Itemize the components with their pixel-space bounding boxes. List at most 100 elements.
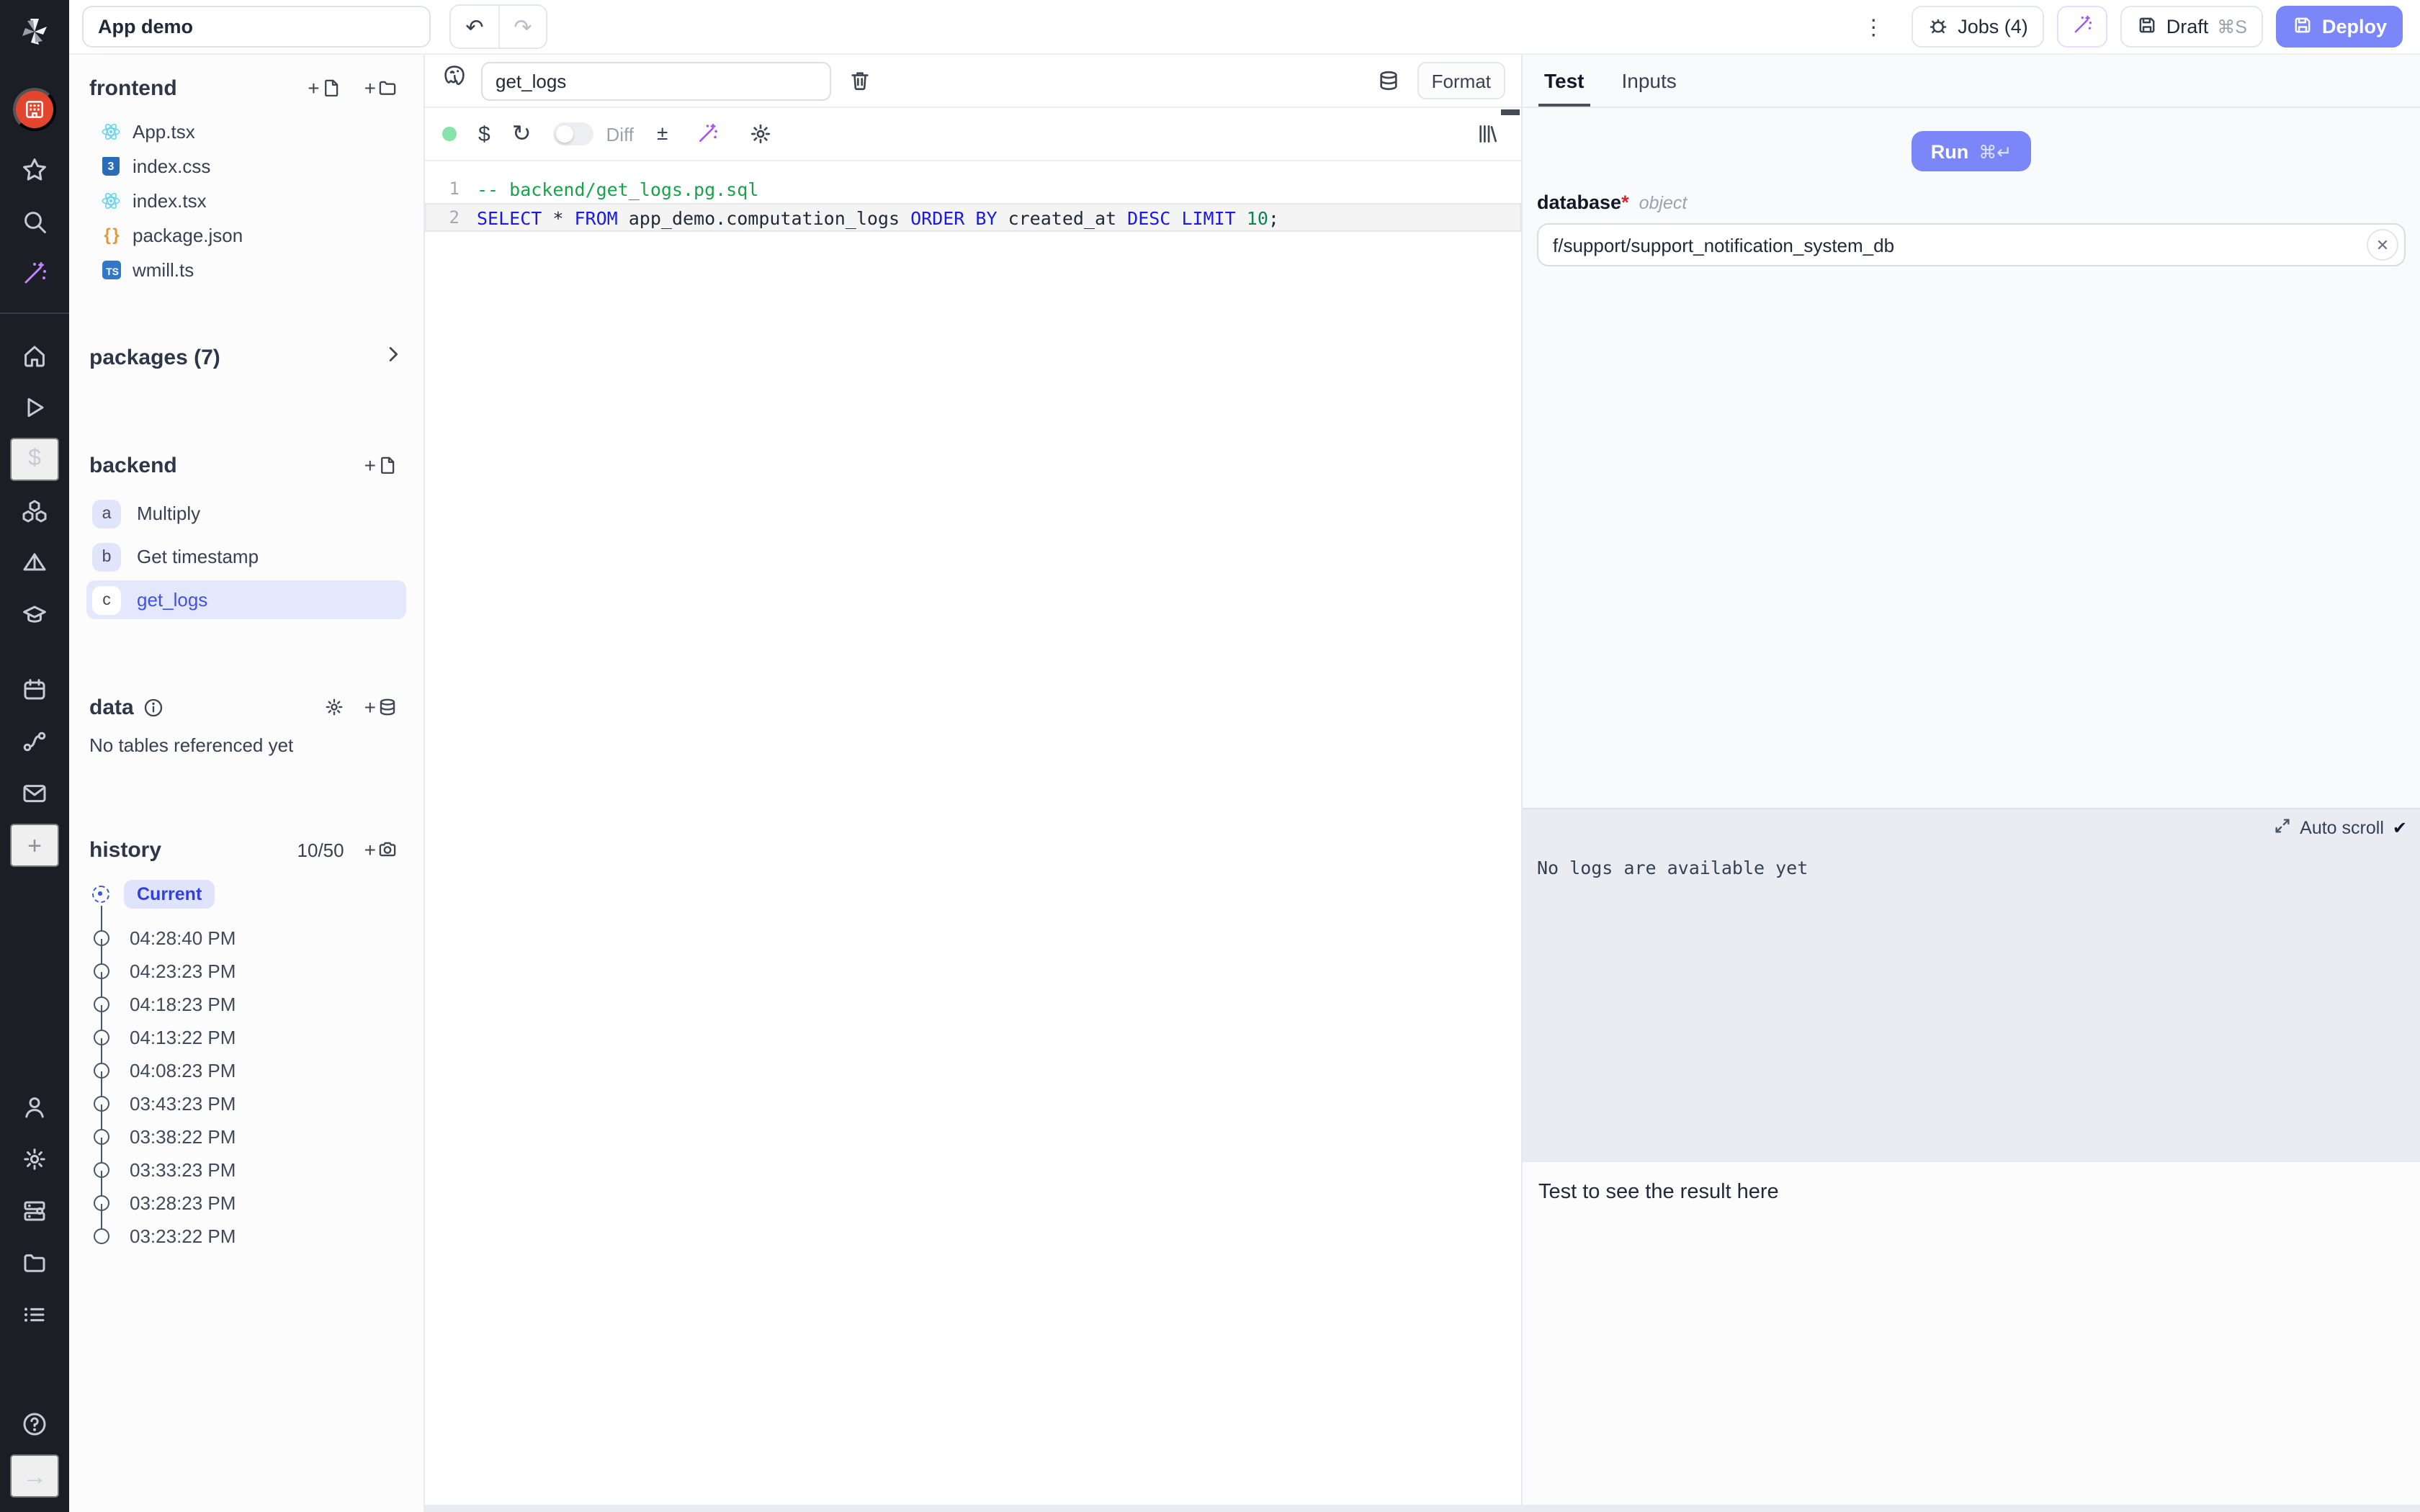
- undo-button[interactable]: ↶: [451, 6, 498, 48]
- plus-icon[interactable]: +: [10, 824, 59, 867]
- add-database-button[interactable]: +: [359, 694, 403, 720]
- data-empty-text: No tables referenced yet: [69, 720, 424, 756]
- database-resource-input[interactable]: [1537, 223, 2406, 266]
- file-row[interactable]: App.tsx: [69, 114, 424, 148]
- run-button[interactable]: Run ⌘↵: [1912, 131, 2030, 171]
- expand-icon[interactable]: [2272, 816, 2291, 840]
- mail-icon[interactable]: [10, 772, 59, 815]
- timeline-dot-icon: [94, 1228, 109, 1244]
- play-icon[interactable]: [10, 386, 59, 429]
- schema-explorer-database-icon[interactable]: [1373, 65, 1404, 96]
- file-row[interactable]: 3index.css: [69, 148, 424, 183]
- tab-inputs[interactable]: Inputs: [1622, 55, 1677, 107]
- history-entry[interactable]: 03:23:22 PM: [92, 1220, 424, 1253]
- add-file-button[interactable]: +: [302, 75, 346, 101]
- deploy-button[interactable]: Deploy: [2276, 6, 2403, 48]
- more-menu-button[interactable]: ⋮: [1848, 14, 1899, 40]
- star-icon[interactable]: [10, 148, 59, 192]
- draft-button[interactable]: Draft ⌘S: [2120, 6, 2263, 48]
- ai-wand-button[interactable]: [2057, 6, 2107, 48]
- backend-script-row[interactable]: aMultiply: [86, 494, 406, 533]
- dollar-icon[interactable]: $: [10, 438, 59, 481]
- script-label: Multiply: [137, 503, 200, 524]
- variables-dollar-icon[interactable]: $: [478, 122, 490, 146]
- css3-icon: 3: [101, 156, 121, 176]
- react-icon: [101, 121, 121, 141]
- blocks-icon[interactable]: [10, 490, 59, 533]
- braces-icon: { }: [101, 225, 121, 245]
- folder-icon[interactable]: [10, 1241, 59, 1284]
- file-row[interactable]: index.tsx: [69, 183, 424, 217]
- logs-section: Auto scroll ✔ No logs are available yet: [1523, 808, 2420, 1161]
- workspace-icon[interactable]: [13, 88, 56, 131]
- history-entry[interactable]: 04:18:23 PM: [92, 988, 424, 1021]
- current-marker-icon: [92, 886, 109, 903]
- flow-icon[interactable]: [10, 720, 59, 763]
- history-entry[interactable]: 03:38:22 PM: [92, 1120, 424, 1153]
- clear-field-x-icon[interactable]: ✕: [2367, 229, 2398, 261]
- gear-icon[interactable]: [10, 1138, 59, 1181]
- data-settings-gear-icon[interactable]: [318, 694, 350, 720]
- code-line[interactable]: 2SELECT * FROM app_demo.computation_logs…: [425, 203, 1521, 232]
- list-icon[interactable]: [10, 1293, 59, 1336]
- postgresql-icon: [441, 63, 468, 98]
- file-name: package.json: [133, 224, 243, 246]
- code-editor[interactable]: 1-- backend/get_logs.pg.sql2SELECT * FRO…: [425, 161, 1521, 232]
- prism-icon[interactable]: [10, 541, 59, 585]
- search-icon[interactable]: [10, 200, 59, 243]
- result-section: Test to see the result here: [1523, 1161, 2420, 1505]
- jobs-button[interactable]: Jobs (4): [1912, 6, 2044, 48]
- refresh-icon[interactable]: ↻: [512, 120, 532, 148]
- history-timestamp: 04:23:23 PM: [130, 960, 236, 982]
- history-entry[interactable]: 04:28:40 PM: [92, 922, 424, 955]
- history-entry[interactable]: 03:33:23 PM: [92, 1153, 424, 1187]
- home-icon[interactable]: [10, 334, 59, 377]
- packages-section-header[interactable]: packages (7): [69, 344, 424, 372]
- script-name-input[interactable]: [481, 61, 831, 100]
- code-line[interactable]: 1-- backend/get_logs.pg.sql: [425, 174, 1521, 203]
- editor-settings-gear-icon[interactable]: [744, 118, 776, 150]
- editor-toolbar: $ ↻ Diff ±: [425, 108, 1521, 161]
- person-icon[interactable]: [10, 1086, 59, 1129]
- script-label: Get timestamp: [137, 546, 259, 567]
- typescript-icon: TS: [101, 259, 121, 279]
- add-folder-button[interactable]: +: [359, 75, 403, 101]
- file-row[interactable]: { } package.json: [69, 217, 424, 252]
- calendar-icon[interactable]: [10, 668, 59, 711]
- history-entry[interactable]: 03:43:23 PM: [92, 1087, 424, 1120]
- diff-toggle[interactable]: [553, 122, 593, 145]
- ai-assistant-wand-icon[interactable]: [691, 118, 722, 150]
- graduation-cap-icon[interactable]: [10, 593, 59, 636]
- chevron-right-icon[interactable]: [383, 344, 403, 372]
- library-icon[interactable]: [1472, 118, 1504, 150]
- undo-redo-group: ↶ ↷: [449, 4, 547, 49]
- magic-wand-icon[interactable]: [10, 252, 59, 295]
- backend-script-row[interactable]: bGet timestamp: [86, 537, 406, 576]
- add-script-button[interactable]: +: [359, 452, 403, 478]
- history-current-item[interactable]: Current: [92, 880, 424, 922]
- file-row[interactable]: TSwmill.ts: [69, 252, 424, 287]
- add-snapshot-button[interactable]: +: [359, 837, 403, 863]
- worker-groups-icon[interactable]: [10, 1189, 59, 1233]
- backend-script-row[interactable]: cget_logs: [86, 580, 406, 619]
- tab-test[interactable]: Test: [1544, 55, 1585, 107]
- history-entry[interactable]: 04:08:23 PM: [92, 1054, 424, 1087]
- history-entry[interactable]: 04:23:23 PM: [92, 955, 424, 988]
- help-icon[interactable]: [10, 1403, 59, 1446]
- autoscroll-control[interactable]: Auto scroll ✔: [2272, 816, 2407, 840]
- history-entry[interactable]: 04:13:22 PM: [92, 1021, 424, 1054]
- logs-empty-text: No logs are available yet: [1537, 857, 1808, 878]
- diff-plusminus-icon[interactable]: ±: [655, 123, 669, 145]
- redo-button[interactable]: ↷: [498, 6, 546, 48]
- history-entry[interactable]: 03:28:23 PM: [92, 1187, 424, 1220]
- info-icon[interactable]: [143, 696, 164, 718]
- left-icon-rail: $ + →: [0, 0, 69, 1512]
- delete-script-trash-icon[interactable]: [844, 65, 876, 96]
- format-button[interactable]: Format: [1417, 62, 1505, 99]
- app-name-input[interactable]: [82, 6, 431, 48]
- backend-script-list: aMultiply bGet timestamp cget_logs: [69, 494, 424, 619]
- history-counter: 10/50: [297, 839, 344, 860]
- arrow-right-icon[interactable]: →: [10, 1454, 59, 1498]
- history-timestamp: 04:13:22 PM: [130, 1027, 236, 1048]
- history-timestamp: 03:23:22 PM: [130, 1225, 236, 1247]
